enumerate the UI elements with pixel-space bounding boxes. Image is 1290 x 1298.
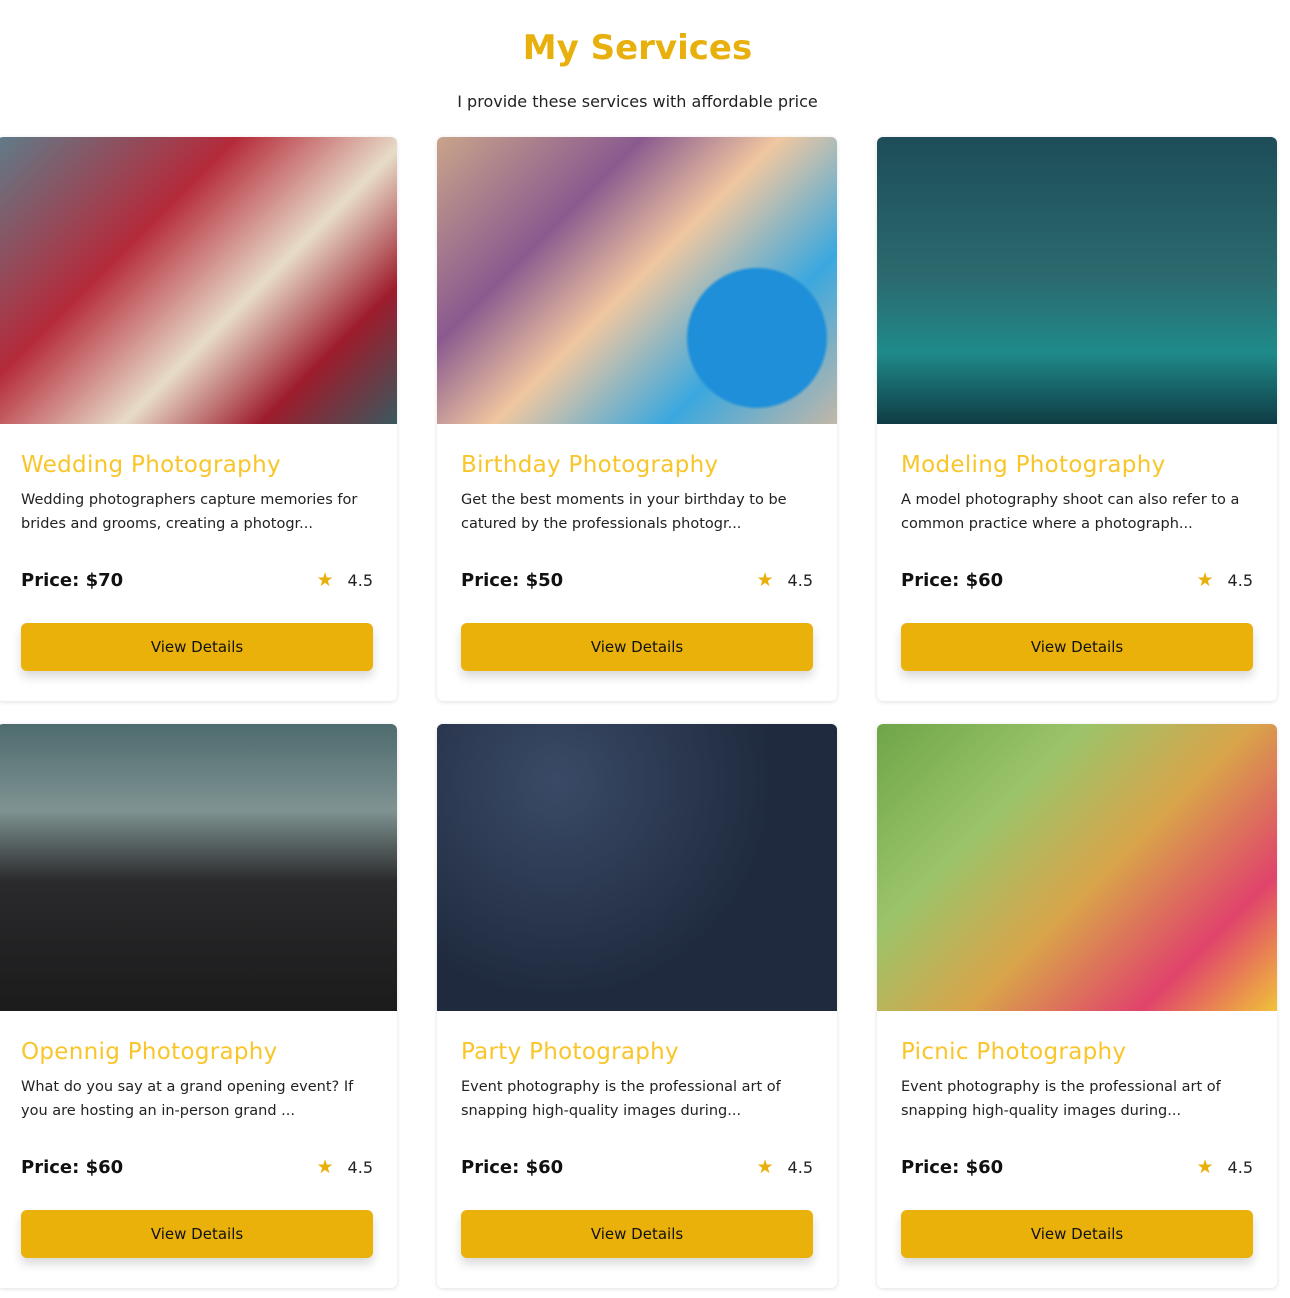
service-title: Birthday Photography	[461, 452, 719, 478]
service-price: Price: $60	[901, 1156, 1004, 1178]
service-image	[0, 137, 397, 424]
view-details-button[interactable]: View Details	[461, 623, 813, 671]
service-description: What do you say at a grand opening event…	[21, 1079, 354, 1119]
service-card: Wedding Photography Wedding photographer…	[0, 137, 397, 701]
page-subtitle: I provide these services with affordable…	[457, 92, 818, 111]
service-card: Modeling Photography A model photography…	[877, 137, 1277, 701]
rating-value: 4.5	[787, 1157, 813, 1177]
service-rating: ★ 4.5	[1197, 1156, 1254, 1178]
view-details-button[interactable]: View Details	[21, 623, 373, 671]
service-description: Event photography is the professional ar…	[461, 1079, 781, 1119]
service-card: Party Photography Event photography is t…	[437, 724, 837, 1288]
star-icon: ★	[316, 569, 334, 591]
star-icon: ★	[756, 569, 774, 591]
rating-value: 4.5	[347, 570, 373, 590]
rating-value: 4.5	[1227, 570, 1253, 590]
service-image	[0, 724, 397, 1011]
service-rating: ★ 4.5	[757, 1156, 814, 1178]
service-card: Opennig Photography What do you say at a…	[0, 724, 397, 1288]
service-image	[437, 137, 837, 424]
service-rating: ★ 4.5	[317, 1156, 374, 1178]
service-rating: ★ 4.5	[1197, 569, 1254, 591]
service-description: A model photography shoot can also refer…	[901, 492, 1240, 532]
view-details-button[interactable]: View Details	[901, 623, 1253, 671]
service-rating: ★ 4.5	[317, 569, 374, 591]
service-image	[877, 724, 1277, 1011]
star-icon: ★	[756, 1156, 774, 1178]
view-details-button[interactable]: View Details	[461, 1210, 813, 1258]
view-details-button[interactable]: View Details	[21, 1210, 373, 1258]
service-title: Opennig Photography	[21, 1039, 278, 1065]
star-icon: ★	[316, 1156, 334, 1178]
service-price: Price: $60	[901, 569, 1004, 591]
star-icon: ★	[1196, 569, 1214, 591]
rating-value: 4.5	[347, 1157, 373, 1177]
service-description: Event photography is the professional ar…	[901, 1079, 1221, 1119]
service-title: Party Photography	[461, 1039, 679, 1065]
rating-value: 4.5	[787, 570, 813, 590]
service-price: Price: $60	[461, 1156, 564, 1178]
rating-value: 4.5	[1227, 1157, 1253, 1177]
service-title: Wedding Photography	[21, 452, 281, 478]
service-price: Price: $60	[21, 1156, 124, 1178]
service-description: Wedding photographers capture memories f…	[21, 492, 358, 532]
service-price: Price: $50	[461, 569, 564, 591]
service-image	[877, 137, 1277, 424]
service-price: Price: $70	[21, 569, 124, 591]
service-description: Get the best moments in your birthday to…	[461, 492, 787, 532]
view-details-button[interactable]: View Details	[901, 1210, 1253, 1258]
service-card: Birthday Photography Get the best moment…	[437, 137, 837, 701]
service-title: Picnic Photography	[901, 1039, 1127, 1065]
star-icon: ★	[1196, 1156, 1214, 1178]
page-title: My Services	[522, 28, 753, 68]
service-title: Modeling Photography	[901, 452, 1166, 478]
service-rating: ★ 4.5	[757, 569, 814, 591]
service-card: Picnic Photography Event photography is …	[877, 724, 1277, 1288]
service-image	[437, 724, 837, 1011]
